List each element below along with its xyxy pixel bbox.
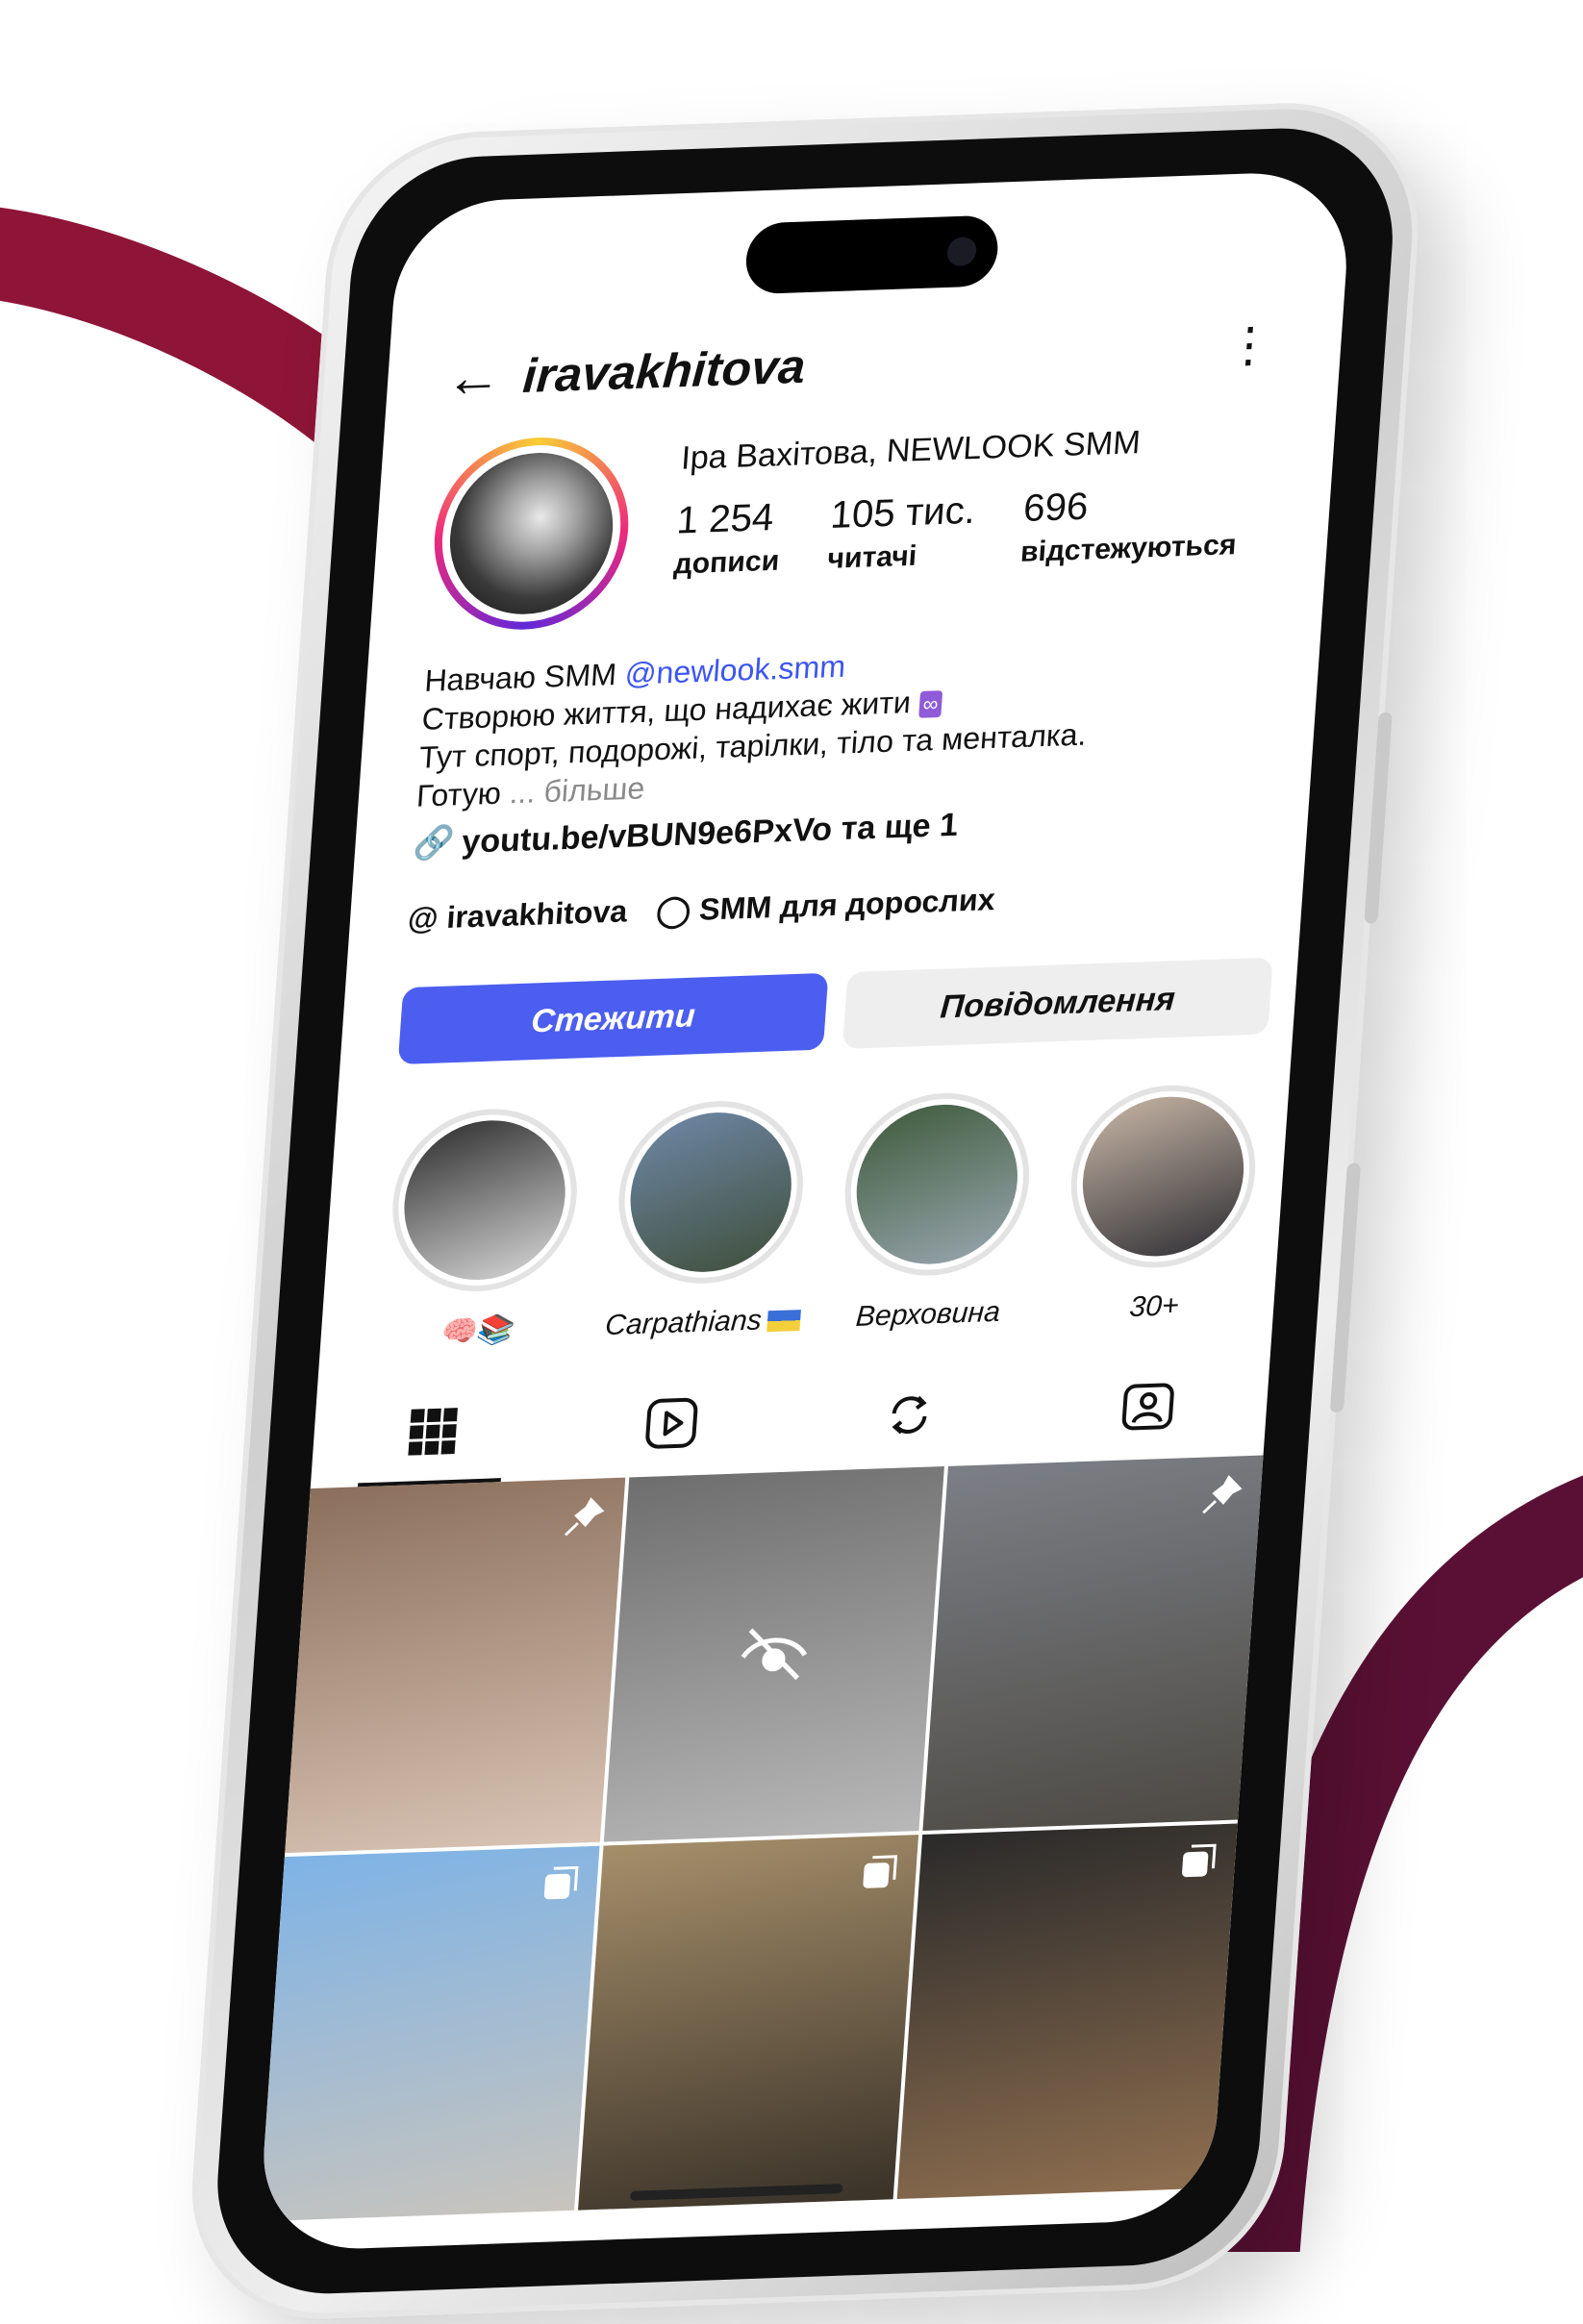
hidden-eye-icon bbox=[741, 1628, 808, 1681]
highlight-item[interactable]: Carpathians bbox=[604, 1097, 814, 1343]
external-link-text: youtu.be/vBUN9e6PxVo та ще 1 bbox=[461, 806, 960, 861]
threads-handle: iravakhitova bbox=[445, 893, 629, 935]
post-tile[interactable] bbox=[896, 1823, 1238, 2200]
highlight-item[interactable]: Верховина bbox=[830, 1089, 1040, 1335]
post-tile[interactable] bbox=[285, 1477, 626, 1854]
post-tile[interactable] bbox=[259, 1845, 600, 2222]
post-tile[interactable] bbox=[922, 1455, 1264, 1831]
threads-channel-link[interactable]: ◯ SMM для дорослих bbox=[655, 881, 996, 929]
stat-following[interactable]: 696 відстежуються bbox=[1019, 480, 1241, 569]
threads-icon: @ bbox=[407, 900, 440, 937]
dynamic-island bbox=[743, 214, 1000, 295]
phone-body: ← iravakhitova ⋮ Іра Вахітова, NEWLOOK S… bbox=[182, 98, 1428, 2324]
post-grid bbox=[259, 1455, 1264, 2222]
highlight-cover bbox=[398, 1117, 571, 1283]
bio-text: Готую bbox=[415, 775, 512, 813]
highlight-cover bbox=[625, 1110, 797, 1275]
pin-icon bbox=[1202, 1475, 1243, 1514]
post-tile[interactable] bbox=[578, 1835, 919, 2211]
message-button[interactable]: Повідомлення bbox=[842, 957, 1273, 1049]
highlight-item[interactable]: 30+ bbox=[1056, 1082, 1266, 1327]
profile-bio: Навчаю SMM @newlook.smm Створюю життя, щ… bbox=[415, 632, 1282, 815]
screen: ← iravakhitova ⋮ Іра Вахітова, NEWLOOK S… bbox=[257, 169, 1354, 2253]
stat-label: читачі bbox=[826, 539, 918, 575]
stat-value: 696 bbox=[1021, 485, 1090, 530]
grid-icon bbox=[408, 1408, 459, 1456]
bio-mention-link[interactable]: @newlook.smm bbox=[624, 649, 847, 691]
phone-mockup: ← iravakhitova ⋮ Іра Вахітова, NEWLOOK S… bbox=[182, 98, 1428, 2324]
reposts-icon bbox=[892, 1395, 927, 1435]
profile-header: ← iravakhitova ⋮ bbox=[443, 315, 1285, 412]
highlight-label: 🧠📚 bbox=[438, 1313, 514, 1349]
carousel-icon bbox=[863, 1855, 898, 1888]
phone-bezel: ← iravakhitova ⋮ Іра Вахітова, NEWLOOK S… bbox=[209, 124, 1401, 2298]
tab-tagged[interactable] bbox=[1025, 1350, 1270, 1463]
infinity-emoji-icon: ∞ bbox=[917, 689, 943, 718]
profile-full-name: Іра Вахітова, NEWLOOK SMM bbox=[680, 424, 1143, 477]
stat-label: відстежуються bbox=[1018, 529, 1238, 568]
tab-reposts[interactable] bbox=[787, 1358, 1032, 1471]
stat-value: 1 254 bbox=[675, 496, 775, 542]
story-highlights: 🧠📚 Carpathians Верховина 30+ bbox=[378, 1082, 1267, 1351]
carousel-icon bbox=[543, 1865, 579, 1900]
highlight-item[interactable]: 🧠📚 bbox=[378, 1106, 588, 1351]
highlight-cover bbox=[851, 1102, 1023, 1267]
threads-profile-link[interactable]: @ iravakhitova bbox=[407, 893, 629, 938]
stat-followers[interactable]: 105 тис. читачі bbox=[826, 489, 976, 576]
tab-grid[interactable] bbox=[311, 1375, 556, 1488]
threads-channel-name: SMM для дорослих bbox=[698, 882, 996, 927]
bio-text: Навчаю SMM bbox=[423, 656, 627, 698]
tagged-user-icon bbox=[1121, 1383, 1174, 1431]
vertical-dots-icon[interactable]: ⋮ bbox=[1223, 317, 1275, 373]
stat-value: 105 тис. bbox=[829, 488, 977, 537]
stat-label: дописи bbox=[672, 544, 781, 581]
pin-icon bbox=[564, 1497, 605, 1537]
tab-reels[interactable] bbox=[548, 1366, 793, 1480]
follow-button[interactable]: Стежити bbox=[397, 972, 829, 1065]
carousel-icon bbox=[1182, 1843, 1217, 1878]
threads-row: @ iravakhitova ◯ SMM для дорослих bbox=[407, 881, 996, 937]
arrow-left-icon[interactable]: ← bbox=[443, 345, 525, 410]
profile-stats: 1 254 дописи 105 тис. читачі 696 відстеж… bbox=[672, 480, 1241, 581]
ukraine-flag-icon bbox=[766, 1310, 801, 1333]
stat-posts[interactable]: 1 254 дописи bbox=[672, 496, 784, 582]
bio-external-link[interactable]: 🔗 youtu.be/vBUN9e6PxVo та ще 1 bbox=[412, 806, 959, 863]
bio-more-link[interactable]: ... більше bbox=[509, 770, 646, 810]
post-tile[interactable] bbox=[603, 1466, 944, 1842]
channel-icon: ◯ bbox=[655, 892, 692, 929]
link-icon: 🔗 bbox=[412, 824, 456, 862]
profile-avatar[interactable] bbox=[428, 434, 636, 634]
profile-username: iravakhitova bbox=[521, 338, 808, 403]
camera-icon bbox=[945, 237, 978, 267]
highlight-label: Верховина bbox=[854, 1295, 1002, 1334]
highlight-label: 30+ bbox=[1128, 1289, 1180, 1324]
highlight-label: Carpathians bbox=[604, 1303, 801, 1342]
reels-play-icon bbox=[645, 1397, 698, 1449]
highlight-cover bbox=[1077, 1093, 1249, 1260]
